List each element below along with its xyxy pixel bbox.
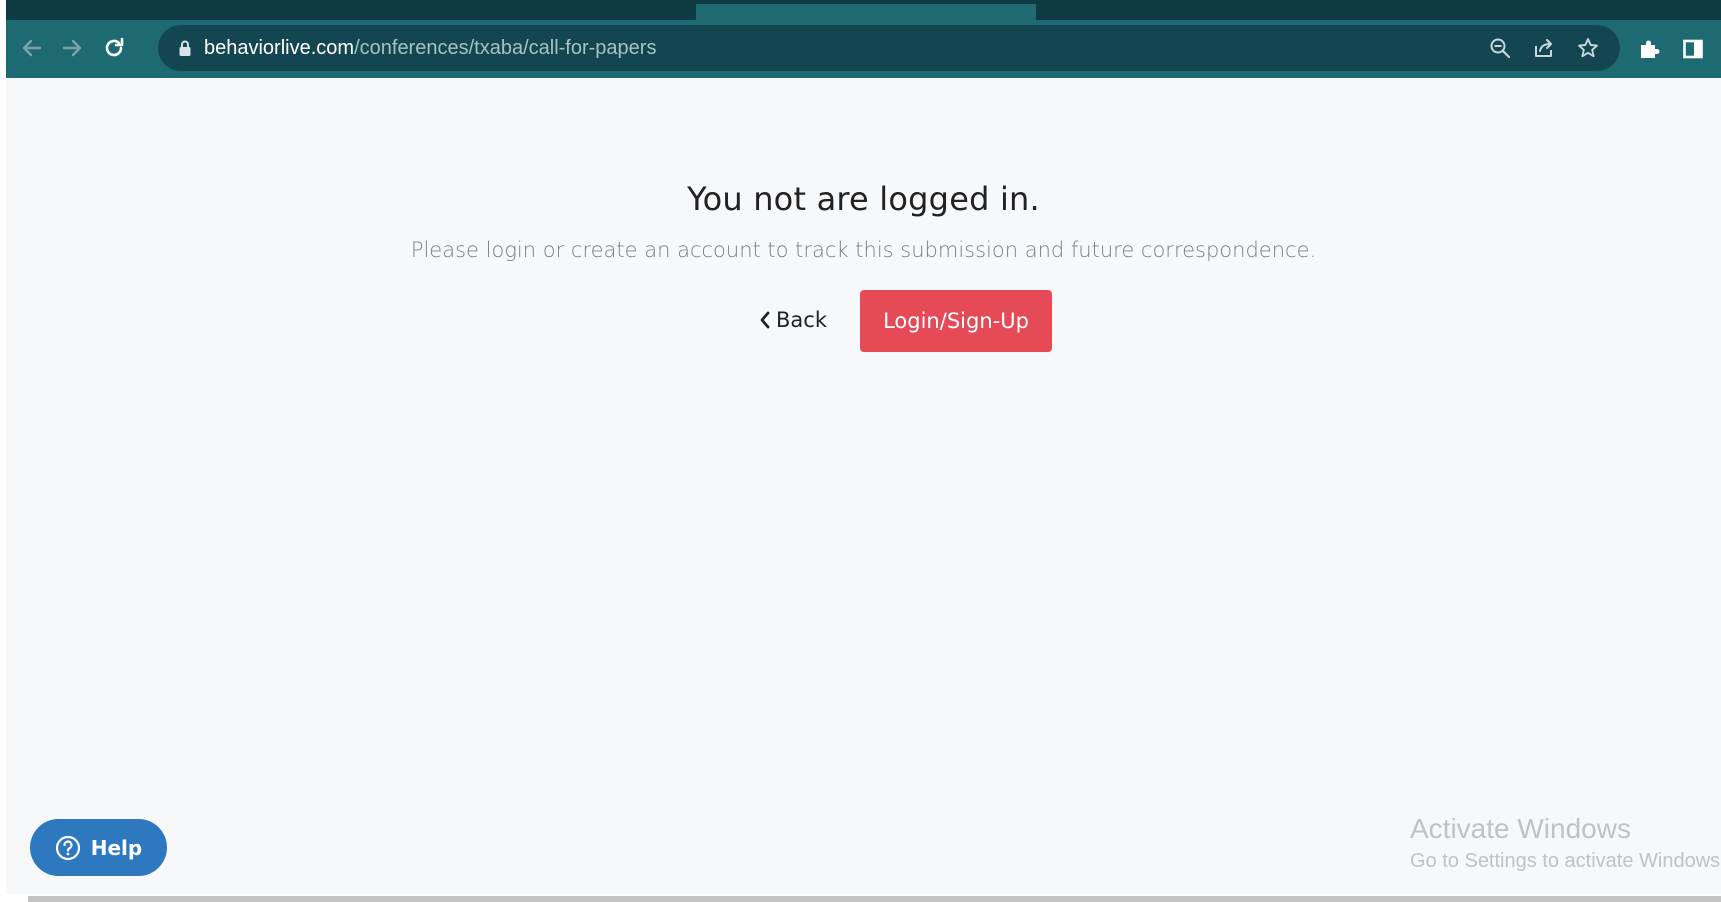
login-signup-button[interactable]: Login/Sign-Up (860, 290, 1052, 352)
star-icon[interactable] (1576, 36, 1600, 60)
back-button[interactable]: Back (758, 308, 827, 332)
browser-toolbar: behaviorlive.com/conferences/txaba/call-… (6, 20, 1721, 78)
chevron-left-icon (760, 311, 770, 329)
lock-icon[interactable] (178, 39, 192, 62)
tab-inactive[interactable] (6, 4, 696, 20)
tab-active[interactable] (696, 4, 1036, 20)
arrow-left-icon (22, 39, 42, 57)
arrow-right-icon (62, 39, 82, 57)
url-host: behaviorlive.com (204, 37, 355, 59)
reload-button[interactable] (96, 30, 132, 66)
url-text[interactable]: behaviorlive.com/conferences/txaba/call-… (204, 38, 656, 58)
reload-icon (105, 37, 124, 57)
back-label: Back (776, 308, 827, 332)
page-content: You not are logged in. Please login or c… (6, 78, 1721, 894)
page-title: You not are logged in. (687, 180, 1040, 218)
help-button[interactable]: Help (30, 819, 167, 876)
tab-strip (6, 0, 1721, 20)
back-nav-button[interactable] (14, 30, 50, 66)
action-row: Back Login/Sign-Up (6, 290, 1721, 354)
activate-windows-title: Activate Windows (1410, 813, 1631, 844)
forward-nav-button[interactable] (54, 30, 90, 66)
help-label: Help (90, 835, 143, 860)
address-bar[interactable]: behaviorlive.com/conferences/txaba/call-… (158, 25, 1620, 71)
login-message: Please login or create an account to tra… (410, 238, 1317, 262)
url-path: /conferences/txaba/call-for-papers (354, 37, 657, 59)
zoom-out-icon[interactable] (1488, 36, 1512, 60)
horizontal-scrollbar[interactable] (28, 896, 1721, 902)
puzzle-icon[interactable] (1636, 36, 1662, 62)
login-signup-label: Login/Sign-Up (883, 309, 1029, 333)
browser-window: behaviorlive.com/conferences/txaba/call-… (0, 0, 1721, 902)
side-panel-icon[interactable] (1680, 36, 1706, 62)
activate-windows-subtitle: Go to Settings to activate Windows. (1410, 850, 1721, 872)
question-circle-icon (55, 835, 80, 860)
share-icon[interactable] (1532, 36, 1556, 60)
